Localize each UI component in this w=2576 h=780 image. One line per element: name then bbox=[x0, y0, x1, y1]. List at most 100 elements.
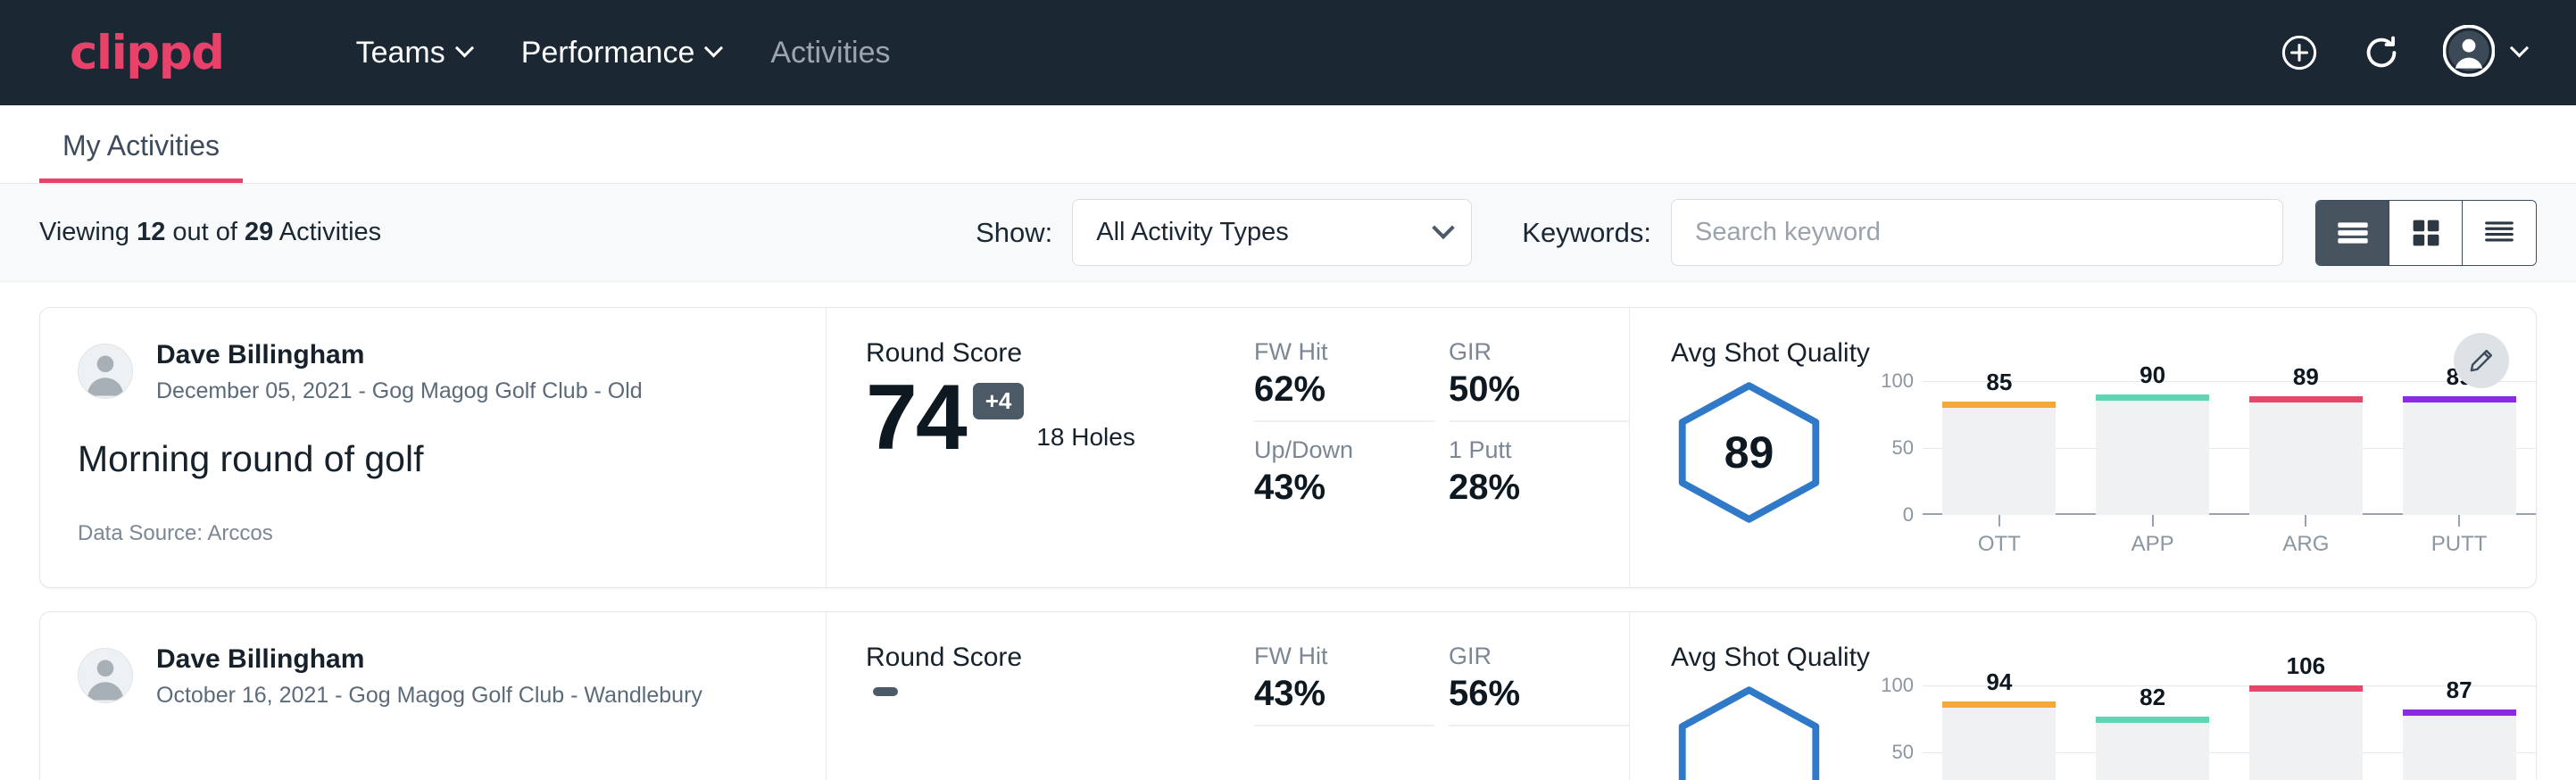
bar-value-label: 106 bbox=[2249, 652, 2363, 680]
chart-bar-ott: 94 bbox=[1923, 685, 2076, 780]
bar-value-label: 87 bbox=[2403, 676, 2516, 704]
viewing-total: 29 bbox=[245, 218, 273, 246]
stat-label: 1 Putt bbox=[1449, 436, 1609, 464]
stat-fw-hit: FW Hit 43% bbox=[1254, 643, 1434, 726]
chart-bar-arg: 89 bbox=[2230, 381, 2383, 515]
activity-card[interactable]: Dave Billingham December 05, 2021 - Gog … bbox=[39, 307, 2537, 588]
y-tick-label: 50 bbox=[1892, 436, 1914, 460]
edit-activity-button[interactable] bbox=[2454, 333, 2509, 388]
round-score-value: 74 bbox=[866, 374, 966, 462]
chart-x-ticks bbox=[1923, 515, 2536, 527]
stat-gir: GIR 56% bbox=[1449, 643, 1629, 726]
score-differential-badge: +4 bbox=[973, 383, 1025, 419]
stat-value: 50% bbox=[1449, 369, 1609, 410]
activity-card[interactable]: Dave Billingham October 16, 2021 - Gog M… bbox=[39, 611, 2537, 780]
bar-cap bbox=[2403, 396, 2516, 402]
account-menu[interactable] bbox=[2443, 25, 2526, 81]
avatar bbox=[78, 344, 133, 399]
avatar bbox=[78, 648, 133, 703]
viewing-summary: Viewing 12 out of 29 Activities bbox=[39, 218, 381, 247]
bar-cap bbox=[2403, 709, 2516, 716]
stat-value: 43% bbox=[1254, 468, 1415, 508]
holes-label: 18 Holes bbox=[1036, 423, 1135, 452]
activity-player: Dave Billingham December 05, 2021 - Gog … bbox=[78, 338, 808, 404]
bar-cap bbox=[1942, 402, 2056, 408]
list-view-toggle[interactable] bbox=[2316, 201, 2389, 265]
shot-quality-hex: 89 bbox=[1671, 381, 1858, 524]
toolbar-controls: Show: All Activity Types Keywords: Searc… bbox=[976, 199, 2537, 266]
stat-value: 62% bbox=[1254, 369, 1415, 410]
chevron-down-icon bbox=[2510, 38, 2529, 57]
round-stats-panel: FW Hit 43% GIR 56% bbox=[1245, 612, 1629, 780]
chart-bar-arg: 106 bbox=[2230, 685, 2383, 780]
stat-fw-hit: FW Hit 62% bbox=[1254, 338, 1434, 422]
chart-bar-putt: 87 bbox=[2382, 685, 2536, 780]
stat-value: 28% bbox=[1449, 468, 1609, 508]
activity-meta: December 05, 2021 - Gog Magog Golf Club … bbox=[156, 378, 643, 404]
shot-quality-chart: 100 50 0 bbox=[1858, 381, 2536, 557]
nav-item-label: Performance bbox=[521, 36, 695, 71]
bar-cap bbox=[2096, 717, 2209, 723]
stat-label: GIR bbox=[1449, 643, 1609, 670]
chart-plot-area: 94 82 bbox=[1923, 685, 2536, 780]
chart-y-axis: 100 50 0 bbox=[1873, 685, 1923, 780]
chevron-down-icon bbox=[455, 38, 474, 57]
clippd-logo[interactable]: clippd bbox=[70, 26, 224, 80]
search-placeholder: Search keyword bbox=[1695, 218, 1881, 247]
chart-bars: 85 90 bbox=[1923, 381, 2536, 515]
chart-bar-app: 82 bbox=[2076, 685, 2230, 780]
activity-type-select[interactable]: All Activity Types bbox=[1072, 199, 1472, 266]
grid-view-toggle[interactable] bbox=[2389, 201, 2463, 265]
chart-bars: 94 82 bbox=[1923, 685, 2536, 780]
keywords-label: Keywords: bbox=[1522, 217, 1651, 249]
primary-nav: Teams Performance Activities bbox=[331, 36, 916, 71]
stat-label: FW Hit bbox=[1254, 338, 1415, 366]
chart-bar-ott: 85 bbox=[1923, 381, 2076, 515]
y-tick-label: 100 bbox=[1881, 674, 1914, 697]
activity-meta: October 16, 2021 - Gog Magog Golf Club -… bbox=[156, 683, 702, 709]
x-tick-label: ARG bbox=[2230, 532, 2383, 557]
stat-up-down: Up/Down 43% bbox=[1254, 422, 1434, 508]
stat-value: 43% bbox=[1254, 674, 1415, 714]
viewing-middle: out of bbox=[165, 218, 245, 246]
activity-summary: Dave Billingham October 16, 2021 - Gog M… bbox=[40, 612, 826, 780]
add-icon[interactable] bbox=[2279, 32, 2320, 73]
filter-toolbar: Viewing 12 out of 29 Activities Show: Al… bbox=[0, 184, 2576, 282]
viewing-count: 12 bbox=[137, 218, 165, 246]
round-score-panel: Round Score 74 +4 18 Holes bbox=[826, 308, 1245, 587]
shot-quality-value bbox=[1671, 685, 1827, 780]
search-input[interactable]: Search keyword bbox=[1671, 199, 2283, 266]
shot-quality-chart: 100 50 0 bbox=[1858, 685, 2536, 780]
avg-shot-quality-label: Avg Shot Quality bbox=[1671, 643, 2536, 673]
stat-value: 56% bbox=[1449, 674, 1609, 714]
round-score-label: Round Score bbox=[866, 643, 1245, 673]
bar-value-label: 85 bbox=[1942, 369, 2056, 396]
refresh-icon[interactable] bbox=[2361, 32, 2402, 73]
shot-quality-hex bbox=[1671, 685, 1858, 780]
nav-item-performance[interactable]: Performance bbox=[496, 36, 746, 71]
round-score-value-row bbox=[866, 678, 1245, 696]
chevron-down-icon bbox=[704, 38, 723, 57]
tab-my-activities[interactable]: My Activities bbox=[39, 129, 243, 183]
round-score-panel: Round Score bbox=[826, 612, 1245, 780]
stat-label: GIR bbox=[1449, 338, 1609, 366]
bar-value-label: 94 bbox=[1942, 668, 2056, 696]
avatar bbox=[2443, 25, 2495, 81]
x-tick-label: APP bbox=[2076, 532, 2230, 557]
stat-label: FW Hit bbox=[1254, 643, 1415, 670]
nav-item-activities[interactable]: Activities bbox=[745, 36, 915, 71]
page-tabbar: My Activities bbox=[0, 105, 2576, 184]
activity-title: Morning round of golf bbox=[78, 438, 808, 480]
score-differential-badge bbox=[873, 687, 898, 696]
view-mode-group bbox=[2315, 200, 2537, 266]
bar-cap bbox=[2249, 685, 2363, 692]
nav-item-teams[interactable]: Teams bbox=[331, 36, 496, 71]
activity-type-value: All Activity Types bbox=[1096, 218, 1435, 247]
top-navbar: clippd Teams Performance Activities bbox=[0, 0, 2576, 105]
bar-cap bbox=[2249, 396, 2363, 402]
stat-label: Up/Down bbox=[1254, 436, 1415, 464]
viewing-prefix: Viewing bbox=[39, 218, 137, 246]
detail-view-toggle[interactable] bbox=[2463, 201, 2536, 265]
chart-bar-app: 90 bbox=[2076, 381, 2230, 515]
show-label: Show: bbox=[976, 217, 1052, 249]
